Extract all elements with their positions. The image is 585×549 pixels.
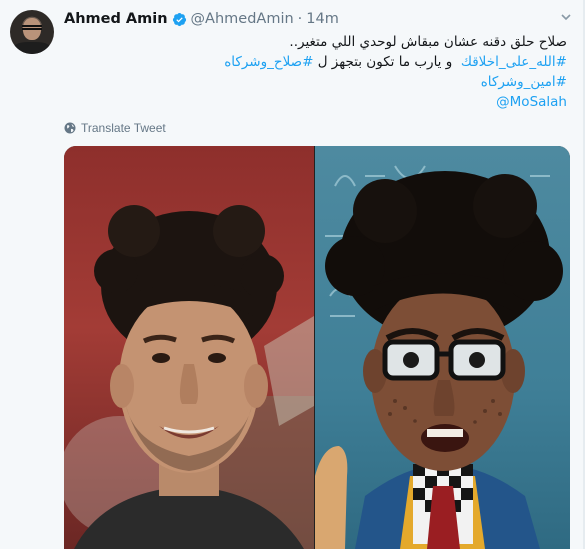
- tweet-text: صلاح حلق دقنه عشان مبقاش لوحدي اللي متغي…: [64, 32, 567, 112]
- avatar-glasses: [22, 25, 42, 30]
- media-photo-left[interactable]: [64, 146, 314, 549]
- hashtag-link[interactable]: #صلاح_وشركاه: [224, 54, 313, 70]
- tweet-line-3: #امين_وشركاه: [64, 72, 567, 92]
- author-name[interactable]: Ahmed Amin: [64, 11, 168, 27]
- hashtag-link[interactable]: #امين_وشركاه: [481, 74, 567, 90]
- photo-left-illustration: [64, 205, 314, 549]
- verified-badge-icon: [172, 12, 186, 26]
- hashtag-link[interactable]: #الله_على_اخلاقك: [461, 54, 567, 70]
- author-handle[interactable]: @AhmedAmin: [191, 11, 294, 27]
- chevron-down-icon[interactable]: [561, 12, 571, 22]
- tweet-timestamp[interactable]: 14m: [306, 11, 339, 27]
- photo-right-illustration: [315, 165, 563, 549]
- tweet-line-1: صلاح حلق دقنه عشان مبقاش لوحدي اللي متغي…: [289, 34, 567, 50]
- header-separator: ·: [297, 11, 303, 27]
- tweet-line-2-text: و يارب ما تكون بتجهز ل: [317, 54, 453, 70]
- tweet-line-4: @MoSalah: [64, 92, 567, 112]
- author-avatar[interactable]: [10, 10, 54, 54]
- translate-tweet-link[interactable]: Translate Tweet: [64, 119, 166, 137]
- tweet-card[interactable]: Ahmed Amin @AhmedAmin · 14m صلاح حلق دقن…: [0, 0, 584, 549]
- tweet-header: Ahmed Amin @AhmedAmin · 14m: [64, 9, 339, 29]
- translate-label[interactable]: Translate Tweet: [81, 121, 166, 135]
- mention-link[interactable]: @MoSalah: [496, 94, 567, 110]
- media-photo-right[interactable]: [315, 146, 570, 549]
- globe-icon: [64, 122, 76, 134]
- tweet-media[interactable]: [64, 146, 570, 549]
- tweet-line-2: #الله_على_اخلاقك و يارب ما تكون بتجهز ل …: [64, 52, 567, 72]
- avatar-shirt: [12, 42, 52, 54]
